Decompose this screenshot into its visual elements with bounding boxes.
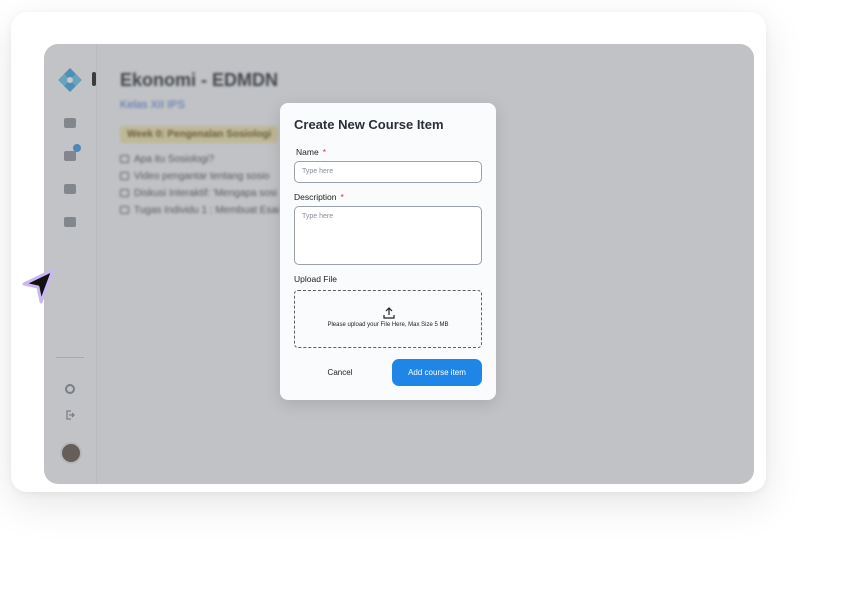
create-course-item-dialog: Create New Course Item Name * Type here D…: [280, 103, 496, 400]
name-label-text: Name: [296, 147, 319, 157]
required-mark: *: [340, 192, 344, 202]
upload-hint: Please upload your File Here, Max Size 5…: [327, 322, 449, 328]
file-dropzone[interactable]: Please upload your File Here, Max Size 5…: [294, 290, 482, 348]
add-course-item-button[interactable]: Add course item: [392, 359, 482, 386]
upload-icon: [383, 307, 395, 319]
description-placeholder: Type here: [302, 213, 334, 220]
name-placeholder: Type here: [302, 168, 334, 175]
required-mark: *: [322, 147, 326, 157]
upload-label: Upload File: [294, 274, 337, 284]
dialog-title: Create New Course Item: [294, 117, 444, 132]
name-input[interactable]: Type here: [294, 161, 482, 183]
description-label-text: Description: [294, 192, 337, 202]
description-textarea[interactable]: Type here: [294, 206, 482, 265]
cancel-button[interactable]: Cancel: [310, 363, 370, 383]
description-label: Description *: [294, 192, 344, 202]
cursor-icon: [22, 268, 55, 304]
name-label: Name *: [296, 147, 326, 157]
